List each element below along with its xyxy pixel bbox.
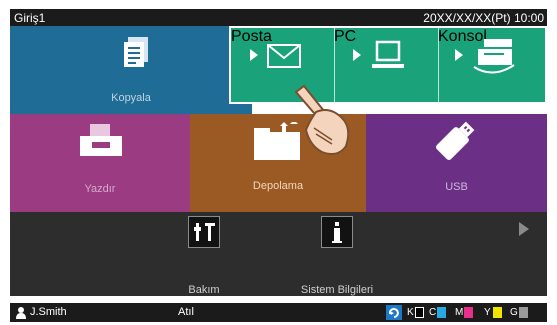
next-page-arrow-icon[interactable] [519,222,529,236]
username: J.Smith [30,306,67,318]
print-label: Yazdır [84,183,116,195]
play-arrow-icon [250,49,258,61]
function-grid: Kopyala Yazdır Depolama USB Posta PC Kon… [10,26,547,212]
usb-tile[interactable]: USB [366,114,547,212]
tap-hand-icon [294,84,350,155]
scan-pc-label: PC [334,28,357,45]
ink-g-label: G [510,307,518,318]
copy-tile[interactable]: Kopyala [10,26,252,114]
copy-label: Kopyala [111,92,151,104]
refresh-icon[interactable] [386,305,402,320]
bottom-status-bar: J.Smith Atıl K C M Y G [10,303,547,322]
ink-m-bar [464,307,473,318]
printer-icon [80,124,122,156]
scanner-icon [473,39,515,74]
scan-destination-popup: Posta PC Konsol [229,26,547,104]
tools-icon [194,223,215,241]
ink-c-label: C [429,307,437,318]
scan-mail-label: Posta [231,28,272,45]
copy-document-icon [124,37,148,67]
ink-g-bar [519,307,528,318]
tools-area: Bakım Sistem Bilgileri [10,212,547,296]
user-icon [16,307,26,319]
usb-label: USB [445,181,468,193]
play-arrow-icon [455,49,463,61]
scan-console-button[interactable]: Konsol [438,28,547,102]
info-icon [332,222,342,243]
mode-label: Giriş1 [14,11,46,25]
printer-home-screen: Giriş1 20XX/XX/XX(Pt) 10:00 Kopyala Yazd… [0,0,557,325]
usb-drive-icon [436,121,475,160]
storage-label: Depolama [252,180,304,192]
system-info-button[interactable] [321,216,353,248]
ink-k-label: K [407,307,414,318]
envelope-icon [267,44,301,68]
ink-y-label: Y [484,307,491,318]
date-time: 20XX/XX/XX(Pt) 10:00 [423,11,544,25]
system-info-label: Sistem Bilgileri [300,284,374,296]
ink-k-bar [415,307,424,318]
laptop-icon [372,40,404,68]
ink-c-bar [437,307,446,318]
maintenance-label: Bakım [188,284,220,296]
play-arrow-icon [353,49,361,61]
ink-m-label: M [455,307,464,318]
top-status-bar: Giriş1 20XX/XX/XX(Pt) 10:00 [10,9,547,26]
machine-status: Atıl [178,306,194,318]
print-tile[interactable]: Yazdır [10,114,190,212]
ink-y-bar [493,307,502,318]
maintenance-button[interactable] [188,216,220,248]
